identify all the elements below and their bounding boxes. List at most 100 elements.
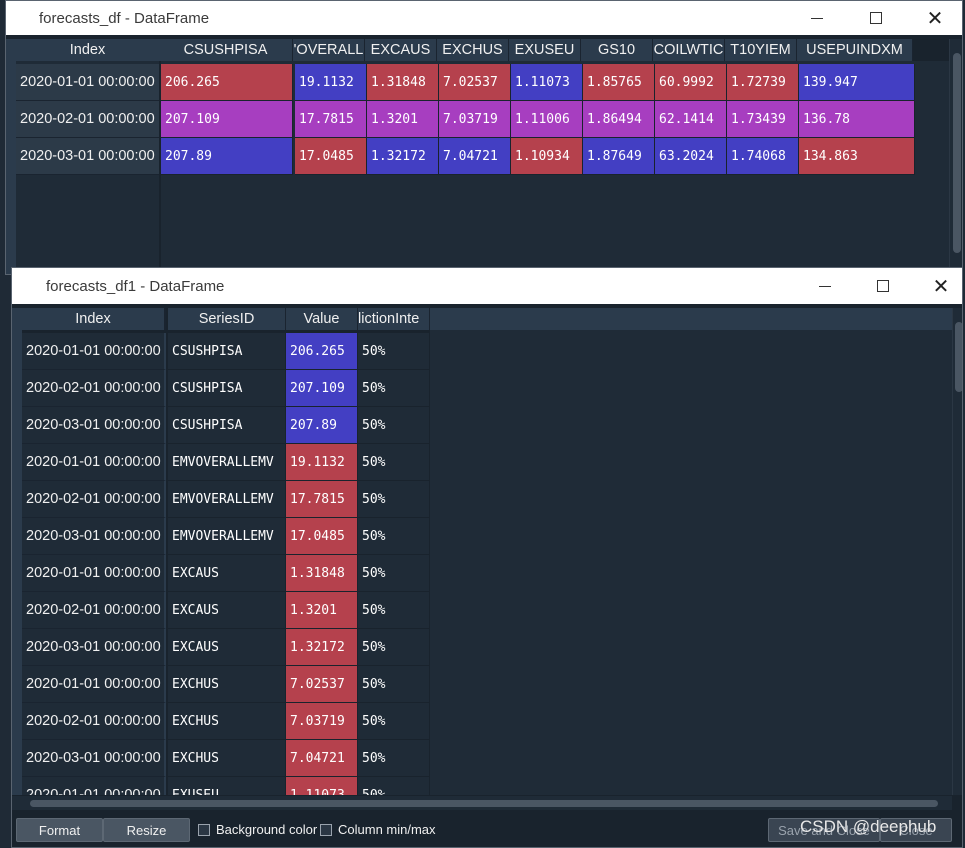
value-cell[interactable]: 17.7815	[286, 481, 358, 518]
vertical-scrollbar-2[interactable]	[952, 308, 962, 795]
index-cell[interactable]: 2020-01-01 00:00:00	[22, 666, 166, 703]
data-cell[interactable]: 60.9992	[655, 64, 727, 101]
value-cell[interactable]: 207.89	[286, 407, 358, 444]
index-cell[interactable]: 2020-01-01 00:00:00	[22, 444, 166, 481]
index-cell[interactable]: 2020-03-01 00:00:00	[22, 629, 166, 666]
data-cell[interactable]: 1.72739	[727, 64, 799, 101]
scroll-thumb-2[interactable]	[955, 322, 962, 392]
index-cell[interactable]: 2020-01-01 00:00:00	[22, 555, 166, 592]
column-header-lictioninte[interactable]: lictionInte	[358, 308, 430, 330]
data-grid-2[interactable]: Index SeriesID Value lictionInte 2020-01-01 …	[12, 308, 952, 795]
series-id-cell[interactable]: EXUSEU	[168, 777, 286, 795]
data-cell[interactable]: 7.02537	[439, 64, 511, 101]
prediction-interval-cell[interactable]: 50%	[358, 592, 430, 629]
value-cell[interactable]: 207.109	[286, 370, 358, 407]
series-id-cell[interactable]: EXCAUS	[168, 629, 286, 666]
close-button-1[interactable]: ✕	[912, 1, 958, 35]
format-button[interactable]: Format	[16, 818, 103, 842]
data-cell[interactable]: 1.74068	[727, 138, 799, 175]
data-cell[interactable]: 1.11006	[511, 101, 583, 138]
prediction-interval-cell[interactable]: 50%	[358, 333, 430, 370]
data-cell[interactable]: 7.03719	[439, 101, 511, 138]
column-header-t10yiem[interactable]: T10YIEM	[725, 39, 797, 61]
index-cell[interactable]: 2020-02-01 00:00:00	[16, 101, 159, 138]
series-id-cell[interactable]: EXCAUS	[168, 555, 286, 592]
data-cell[interactable]: 1.3201	[367, 101, 439, 138]
value-cell[interactable]: 7.03719	[286, 703, 358, 740]
prediction-interval-cell[interactable]: 50%	[358, 666, 430, 703]
value-cell[interactable]: 206.265	[286, 333, 358, 370]
close-button-2[interactable]: ✕	[918, 268, 962, 304]
data-cell[interactable]: 207.109	[161, 101, 293, 138]
data-cell[interactable]: 139.947	[799, 64, 915, 101]
index-cell[interactable]: 2020-01-01 00:00:00	[22, 333, 166, 370]
index-cell[interactable]: 2020-02-01 00:00:00	[22, 370, 166, 407]
series-id-cell[interactable]: CSUSHPISA	[168, 333, 286, 370]
index-cell[interactable]: 2020-01-01 00:00:00	[16, 64, 159, 101]
data-cell[interactable]: 17.0485	[295, 138, 367, 175]
data-cell[interactable]: 17.7815	[295, 101, 367, 138]
title-bar-1[interactable]: forecasts_df - DataFrame ✕	[6, 1, 962, 35]
column-header-gs10[interactable]: GS10	[581, 39, 653, 61]
vertical-scrollbar-1[interactable]	[949, 39, 962, 274]
column-header-usepuindxm[interactable]: USEPUINDXM	[797, 39, 913, 61]
column-header-coilwtic[interactable]: COILWTIC	[653, 39, 725, 61]
column-header-seriesid[interactable]: SeriesID	[168, 308, 286, 330]
data-cell[interactable]: 62.1414	[655, 101, 727, 138]
column-header-overall[interactable]: 'OVERALL	[293, 39, 365, 61]
value-cell[interactable]: 1.3201	[286, 592, 358, 629]
value-cell[interactable]: 19.1132	[286, 444, 358, 481]
data-cell[interactable]: 1.31848	[367, 64, 439, 101]
prediction-interval-cell[interactable]: 50%	[358, 629, 430, 666]
minimize-button-1[interactable]	[794, 1, 840, 35]
value-cell[interactable]: 1.31848	[286, 555, 358, 592]
index-cell[interactable]: 2020-01-01 00:00:00	[22, 777, 166, 795]
data-cell[interactable]: 7.04721	[439, 138, 511, 175]
value-cell[interactable]: 1.32172	[286, 629, 358, 666]
value-cell[interactable]: 17.0485	[286, 518, 358, 555]
value-cell[interactable]: 7.04721	[286, 740, 358, 777]
prediction-interval-cell[interactable]: 50%	[358, 555, 430, 592]
series-id-cell[interactable]: EXCHUS	[168, 703, 286, 740]
data-cell[interactable]: 1.86494	[583, 101, 655, 138]
index-cell[interactable]: 2020-03-01 00:00:00	[16, 138, 159, 175]
column-header-excaus[interactable]: EXCAUS	[365, 39, 437, 61]
index-cell[interactable]: 2020-02-01 00:00:00	[22, 703, 166, 740]
resize-button[interactable]: Resize	[103, 818, 190, 842]
horizontal-scrollbar-2[interactable]	[12, 796, 952, 810]
index-column-header[interactable]: Index	[22, 308, 166, 330]
value-cell[interactable]: 1.11073	[286, 777, 358, 795]
series-id-cell[interactable]: EMVOVERALLEMV	[168, 444, 286, 481]
data-cell[interactable]: 1.10934	[511, 138, 583, 175]
data-cell[interactable]: 1.73439	[727, 101, 799, 138]
h-scroll-thumb-2[interactable]	[30, 800, 938, 807]
prediction-interval-cell[interactable]: 50%	[358, 740, 430, 777]
prediction-interval-cell[interactable]: 50%	[358, 370, 430, 407]
maximize-button-2[interactable]	[860, 268, 906, 304]
data-cell[interactable]: 1.87649	[583, 138, 655, 175]
data-cell[interactable]: 1.85765	[583, 64, 655, 101]
series-id-cell[interactable]: EMVOVERALLEMV	[168, 518, 286, 555]
prediction-interval-cell[interactable]: 50%	[358, 481, 430, 518]
data-cell[interactable]: 1.11073	[511, 64, 583, 101]
prediction-interval-cell[interactable]: 50%	[358, 444, 430, 481]
prediction-interval-cell[interactable]: 50%	[358, 407, 430, 444]
data-cell[interactable]: 1.32172	[367, 138, 439, 175]
column-minmax-checkbox[interactable]: Column min/max	[320, 822, 436, 837]
data-cell[interactable]: 134.863	[799, 138, 915, 175]
index-cell[interactable]: 2020-02-01 00:00:00	[22, 592, 166, 629]
title-bar-2[interactable]: forecasts_df1 - DataFrame ✕	[12, 268, 962, 304]
index-cell[interactable]: 2020-03-01 00:00:00	[22, 407, 166, 444]
maximize-button-1[interactable]	[853, 1, 899, 35]
data-cell[interactable]: 206.265	[161, 64, 293, 101]
prediction-interval-cell[interactable]: 50%	[358, 518, 430, 555]
value-cell[interactable]: 7.02537	[286, 666, 358, 703]
series-id-cell[interactable]: EXCHUS	[168, 666, 286, 703]
column-header-csushpisa[interactable]: CSUSHPISA	[159, 39, 293, 61]
scroll-thumb-1[interactable]	[953, 53, 961, 253]
column-header-exuseu[interactable]: EXUSEU	[509, 39, 581, 61]
data-grid-1[interactable]: Index CSUSHPISA 'OVERALL EXCAUS EXCHUS EXUSEU…	[6, 39, 962, 274]
prediction-interval-cell[interactable]: 50%	[358, 703, 430, 740]
series-id-cell[interactable]: EMVOVERALLEMV	[168, 481, 286, 518]
index-column-header[interactable]: Index	[16, 39, 161, 61]
